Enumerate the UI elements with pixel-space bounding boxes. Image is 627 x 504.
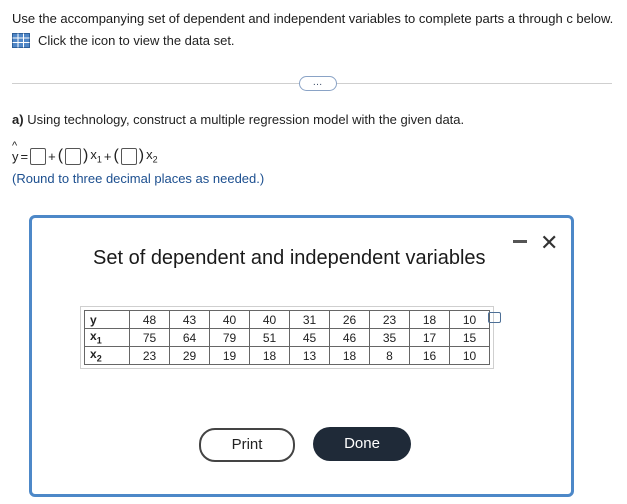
table-cell: 8 <box>369 346 410 365</box>
table-cell: 35 <box>369 328 410 347</box>
table-cell: 18 <box>329 346 370 365</box>
modal-title: Set of dependent and independent variabl… <box>93 247 486 269</box>
table-cell: 15 <box>449 328 490 347</box>
table-cell: 18 <box>249 346 290 365</box>
table-cell: 64 <box>169 328 210 347</box>
done-button[interactable]: Done <box>313 427 411 461</box>
x1-variable: x1 <box>90 147 102 165</box>
table-cell: 40 <box>249 310 290 329</box>
table-cell: 19 <box>209 346 250 365</box>
table-cell: 40 <box>209 310 250 329</box>
close-paren-1: ) <box>83 147 89 164</box>
data-table-container: y 48 43 40 40 31 26 23 18 10 x1 75 64 79 51 45 46 35 17 15 x… <box>80 306 494 369</box>
table-cell: 45 <box>289 328 330 347</box>
print-button[interactable]: Print <box>199 428 295 462</box>
rounding-note: (Round to three decimal places as needed… <box>12 171 265 186</box>
regression-equation: y = + ( ) x1 + ( ) x2 <box>12 140 158 165</box>
part-a-label: a) <box>12 112 24 127</box>
equals-sign: = <box>20 148 29 164</box>
row-header: x2 <box>84 346 130 365</box>
coef-x1-input[interactable] <box>65 147 82 165</box>
table-cell: 18 <box>409 310 450 329</box>
x2-variable: x2 <box>146 147 158 165</box>
part-a-text: Using technology, construct a multiple r… <box>27 112 465 127</box>
open-paren-1: ( <box>57 147 64 164</box>
dataset-modal: Set of dependent and independent variabl… <box>29 215 574 497</box>
table-cell: 29 <box>169 346 210 365</box>
data-table: y 48 43 40 40 31 26 23 18 10 x1 75 64 79 51 45 46 35 17 15 x… <box>84 310 490 365</box>
table-cell: 10 <box>449 310 490 329</box>
part-a-prompt: a) Using technology, construct a multipl… <box>12 112 464 127</box>
instructions: Use the accompanying set of dependent an… <box>12 11 614 26</box>
expand-more-button[interactable]: … <box>299 76 337 91</box>
close-paren-2: ) <box>138 147 145 164</box>
table-cell: 79 <box>209 328 250 347</box>
table-cell: 75 <box>129 328 170 347</box>
table-cell: 31 <box>289 310 330 329</box>
copy-icon[interactable] <box>488 312 501 323</box>
table-cell: 26 <box>329 310 370 329</box>
plus-sign-1: + <box>48 148 56 164</box>
dataset-link-text[interactable]: Click the icon to view the data set. <box>38 33 235 48</box>
table-cell: 51 <box>249 328 290 347</box>
row-header: y <box>84 310 130 329</box>
table-row: x1 75 64 79 51 45 46 35 17 15 <box>84 328 490 347</box>
table-cell: 23 <box>129 346 170 365</box>
table-cell: 23 <box>369 310 410 329</box>
minimize-icon[interactable] <box>513 240 527 243</box>
table-row: x2 23 29 19 18 13 18 8 16 10 <box>84 346 490 365</box>
y-hat-symbol: y <box>12 140 19 164</box>
table-cell: 10 <box>449 346 490 365</box>
table-cell: 48 <box>129 310 170 329</box>
table-cell: 16 <box>409 346 450 365</box>
intercept-input[interactable] <box>30 147 47 165</box>
row-header: x1 <box>84 328 130 347</box>
table-cell: 13 <box>289 346 330 365</box>
open-paren-2: ( <box>113 147 119 164</box>
plus-sign-2: + <box>103 148 112 164</box>
table-grid-icon[interactable] <box>12 33 30 48</box>
table-cell: 43 <box>169 310 210 329</box>
table-row: y 48 43 40 40 31 26 23 18 10 <box>84 310 490 329</box>
close-icon[interactable]: ✕ <box>540 230 558 256</box>
table-cell: 46 <box>329 328 370 347</box>
view-dataset-link[interactable]: Click the icon to view the data set. <box>12 33 235 48</box>
table-cell: 17 <box>409 328 450 347</box>
coef-x2-input[interactable] <box>120 147 137 165</box>
